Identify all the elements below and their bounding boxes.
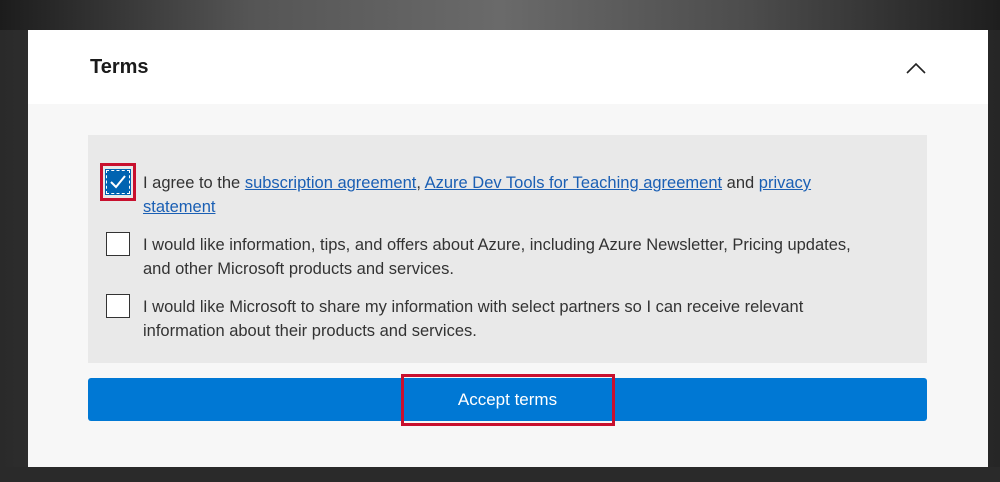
accept-button-highlight (401, 374, 615, 426)
agree-checkbox[interactable] (105, 169, 131, 195)
azure-info-checkbox[interactable] (106, 232, 130, 256)
terms-header: Terms (28, 30, 988, 104)
chevron-up-icon (906, 62, 926, 74)
azure-info-text: I would like information, tips, and offe… (143, 236, 851, 278)
backdrop-bottom (0, 467, 1000, 482)
backdrop (0, 0, 1000, 30)
azure-dev-tools-agreement-link[interactable]: Azure Dev Tools for Teaching agreement (425, 174, 722, 192)
subscription-agreement-link[interactable]: subscription agreement (245, 174, 417, 192)
terms-panel: Terms I agree to the subscription agreem… (28, 30, 988, 467)
share-info-checkbox[interactable] (106, 294, 130, 318)
terms-options: I agree to the subscription agreement, A… (88, 135, 927, 363)
separator: , (416, 174, 425, 192)
agree-text: I agree to the subscription agreement, A… (143, 171, 863, 219)
separator: and (722, 174, 759, 192)
agree-prefix: I agree to the (143, 174, 245, 192)
checkmark-icon (110, 175, 126, 189)
terms-title: Terms (90, 56, 149, 78)
collapse-button[interactable] (896, 48, 936, 88)
share-info-text: I would like Microsoft to share my infor… (143, 298, 804, 340)
